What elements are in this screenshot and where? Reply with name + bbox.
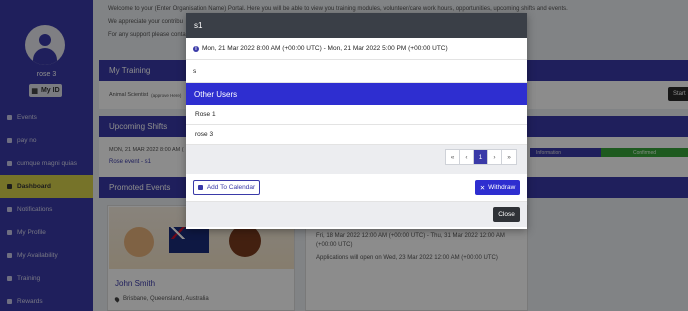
withdraw-label: Withdraw — [488, 184, 516, 191]
withdraw-button[interactable]: ✕ Withdraw — [475, 180, 520, 195]
shift-datetime: Mon, 21 Mar 2022 8:00 AM (+00:00 UTC) - … — [202, 45, 448, 52]
calendar-icon — [197, 185, 203, 190]
close-x-icon: ✕ — [479, 184, 486, 192]
shift-description: s — [186, 60, 527, 83]
list-item: rose 3 — [186, 125, 527, 145]
add-to-calendar-label: Add To Calendar — [206, 184, 256, 191]
modal-footer: Close — [186, 202, 527, 227]
prev-page-button[interactable]: ‹ — [460, 150, 474, 164]
first-page-button[interactable]: « — [446, 150, 460, 164]
modal-actions: Add To Calendar ✕ Withdraw — [186, 174, 527, 202]
shift-datetime-row: i Mon, 21 Mar 2022 8:00 AM (+00:00 UTC) … — [186, 38, 527, 60]
other-users-title: Other Users — [194, 89, 238, 99]
last-page-button[interactable]: » — [502, 150, 516, 164]
close-button[interactable]: Close — [493, 207, 520, 222]
info-icon: i — [193, 45, 199, 52]
shift-modal: s1 i Mon, 21 Mar 2022 8:00 AM (+00:00 UT… — [186, 13, 527, 229]
next-page-button[interactable]: › — [488, 150, 502, 164]
list-item: Rose 1 — [186, 105, 527, 125]
pagination: « ‹ 1 › » — [445, 149, 517, 165]
pagination-bar: « ‹ 1 › » — [186, 145, 527, 169]
modal-title: s1 — [194, 21, 203, 30]
modal-header: s1 — [186, 13, 527, 38]
other-users-header: Other Users — [186, 83, 527, 105]
page-1-button[interactable]: 1 — [474, 150, 488, 164]
add-to-calendar-button[interactable]: Add To Calendar — [193, 180, 260, 195]
